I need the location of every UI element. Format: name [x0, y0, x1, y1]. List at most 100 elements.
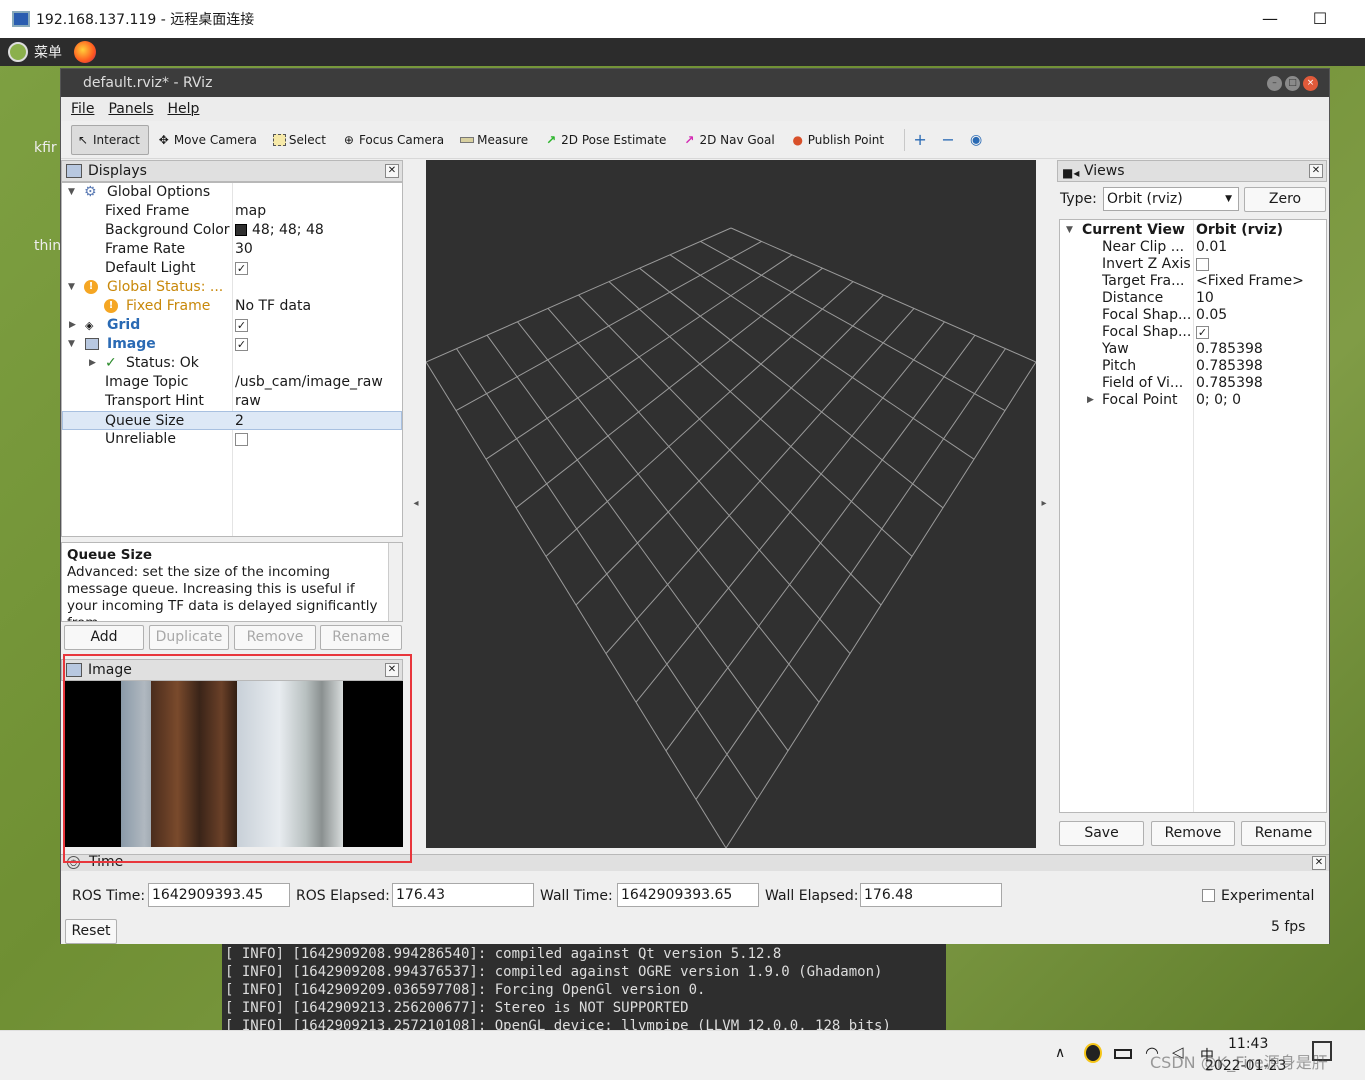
firefox-icon[interactable] [74, 41, 96, 63]
tree-value[interactable]: 10 [1196, 290, 1214, 307]
tree-row[interactable]: Unreliable [62, 430, 402, 449]
checkbox-checked[interactable]: ✓ [235, 337, 248, 351]
tree-row[interactable]: Target Fra... <Fixed Frame> [1060, 273, 1326, 290]
ros-time-field[interactable]: 1642909393.45 [148, 883, 290, 907]
tree-row[interactable]: ▶ ✓ Status: Ok [62, 354, 402, 373]
remove-tool-icon[interactable]: − [941, 131, 955, 147]
checkbox-checked[interactable]: ✓ [1196, 325, 1209, 339]
wall-elapsed-field[interactable]: 176.48 [860, 883, 1002, 907]
tree-value[interactable]: 0.01 [1196, 239, 1227, 256]
expand-right-icon[interactable]: ▶ [1087, 392, 1094, 409]
scrollbar[interactable] [388, 543, 402, 621]
tree-value[interactable]: 0.785398 [1196, 341, 1263, 358]
chevron-up-icon[interactable]: ∧ [1055, 1045, 1065, 1061]
expand-down-icon[interactable]: ▼ [68, 278, 75, 297]
tree-row[interactable]: Image Topic/usb_cam/image_raw [62, 373, 402, 392]
tree-row[interactable]: Pitch 0.785398 [1060, 358, 1326, 375]
zero-button[interactable]: Zero [1244, 187, 1326, 212]
remove-view-button[interactable]: Remove [1151, 821, 1235, 846]
maximize-button[interactable]: ☐ [1300, 6, 1340, 32]
checkbox-unchecked[interactable] [235, 432, 248, 446]
menu-help[interactable]: Help [168, 101, 200, 117]
wall-time-field[interactable]: 1642909393.65 [617, 883, 759, 907]
remove-button[interactable]: Remove [234, 625, 316, 650]
tree-row[interactable]: Transport Hint raw [62, 392, 402, 411]
tree-row[interactable]: Distance 10 [1060, 290, 1326, 307]
reset-button[interactable]: Reset [65, 919, 117, 944]
3d-viewport[interactable] [426, 160, 1036, 848]
tree-row[interactable]: Background Color 48; 48; 48 [62, 221, 402, 240]
qq-icon[interactable] [1084, 1043, 1102, 1063]
tree-row[interactable]: Field of Vi... 0.785398 [1060, 375, 1326, 392]
tree-row[interactable]: ▶ Focal Point 0; 0; 0 [1060, 392, 1326, 409]
tree-row[interactable]: Default Light ✓ [62, 259, 402, 278]
window-close-icon[interactable]: × [1303, 76, 1318, 91]
tool-2d-pose-estimate[interactable]: ↗ 2D Pose Estimate [540, 125, 674, 155]
tree-row-global-status[interactable]: ▼! Global Status: ... [62, 278, 402, 297]
window-maximize-icon[interactable]: □ [1285, 76, 1300, 91]
menu-panels[interactable]: Panels [108, 101, 153, 117]
duplicate-button[interactable]: Duplicate [149, 625, 229, 650]
experimental-checkbox[interactable] [1202, 889, 1215, 902]
expand-right-icon[interactable]: ▶ [69, 316, 76, 335]
desktop-icon-label[interactable]: kfir [34, 140, 57, 156]
expand-down-icon[interactable]: ▼ [1066, 222, 1073, 239]
add-tool-icon[interactable]: + [913, 131, 927, 147]
checkbox-unchecked[interactable] [1196, 257, 1209, 271]
eye-icon[interactable]: ◉ [969, 133, 983, 147]
save-view-button[interactable]: Save [1059, 821, 1144, 846]
tree-row[interactable]: Frame Rate 30 [62, 240, 402, 259]
tool-move-camera[interactable]: ✥ Move Camera [153, 125, 265, 155]
tree-row[interactable]: Near Clip ... 0.01 [1060, 239, 1326, 256]
checkbox-checked[interactable]: ✓ [235, 261, 248, 275]
tree-row-current-view[interactable]: ▼ Current View Orbit (rviz) [1060, 222, 1326, 239]
close-icon[interactable]: ✕ [385, 164, 399, 178]
close-icon[interactable]: ✕ [1312, 856, 1326, 870]
tool-measure[interactable]: Measure [456, 125, 536, 155]
minimize-button[interactable]: — [1250, 6, 1290, 32]
tree-row-selected[interactable]: Queue Size 2 [62, 411, 402, 430]
menu-file[interactable]: File [71, 101, 94, 117]
tree-value[interactable]: <Fixed Frame> [1196, 273, 1304, 290]
tool-2d-nav-goal[interactable]: ↗ 2D Nav Goal [678, 125, 782, 155]
menu-label[interactable]: 菜单 [34, 42, 62, 62]
mint-menu-icon[interactable] [8, 42, 28, 62]
color-value[interactable]: 48; 48; 48 [235, 221, 324, 240]
tree-value[interactable]: 0.785398 [1196, 358, 1263, 375]
expand-down-icon[interactable]: ▼ [68, 183, 75, 202]
add-button[interactable]: Add [64, 625, 144, 650]
tree-value[interactable]: 0.05 [1196, 307, 1227, 324]
tool-interact[interactable]: ↖ Interact [71, 124, 149, 155]
tree-value[interactable]: 0; 0; 0 [1196, 392, 1241, 409]
tree-row[interactable]: Yaw 0.785398 [1060, 341, 1326, 358]
checkbox-checked[interactable]: ✓ [235, 318, 248, 332]
close-icon[interactable]: ✕ [1309, 164, 1323, 178]
tree-row-global-options[interactable]: ▼ ⚙ Global Options [62, 183, 402, 202]
rename-button[interactable]: Rename [320, 625, 402, 650]
desktop-icon-label[interactable]: thin [34, 238, 61, 254]
tool-select[interactable]: Select [269, 125, 334, 155]
tree-value[interactable]: 30 [235, 240, 253, 259]
rename-view-button[interactable]: Rename [1241, 821, 1326, 846]
tool-publish-point[interactable]: ● Publish Point [787, 125, 892, 155]
ros-elapsed-field[interactable]: 176.43 [392, 883, 534, 907]
collapse-right-icon[interactable]: ▸ [1036, 160, 1052, 848]
battery-icon[interactable] [1114, 1049, 1132, 1059]
tree-value[interactable]: map [235, 202, 266, 221]
tree-row[interactable]: Focal Shap... 0.05 [1060, 307, 1326, 324]
window-minimize-icon[interactable]: – [1267, 76, 1282, 91]
tool-focus-camera[interactable]: ⊕ Focus Camera [338, 125, 452, 155]
view-type-select[interactable]: Orbit (rviz) ▼ [1103, 187, 1239, 211]
tree-row-image[interactable]: ▼ Image ✓ [62, 335, 402, 354]
tree-row[interactable]: Fixed Frame map [62, 202, 402, 221]
expand-right-icon[interactable]: ▶ [89, 354, 96, 373]
tree-row[interactable]: ! Fixed Frame No TF data [62, 297, 402, 316]
tree-value[interactable]: /usb_cam/image_raw [235, 373, 383, 392]
expand-down-icon[interactable]: ▼ [68, 335, 75, 354]
tree-value[interactable]: raw [235, 392, 261, 411]
tree-row[interactable]: Focal Shap... ✓ [1060, 324, 1326, 341]
tree-value[interactable]: 2 [235, 412, 244, 431]
tree-value[interactable]: 0.785398 [1196, 375, 1263, 392]
tree-row[interactable]: Invert Z Axis [1060, 256, 1326, 273]
tree-row-grid[interactable]: ▶ ◈ Grid ✓ [62, 316, 402, 335]
